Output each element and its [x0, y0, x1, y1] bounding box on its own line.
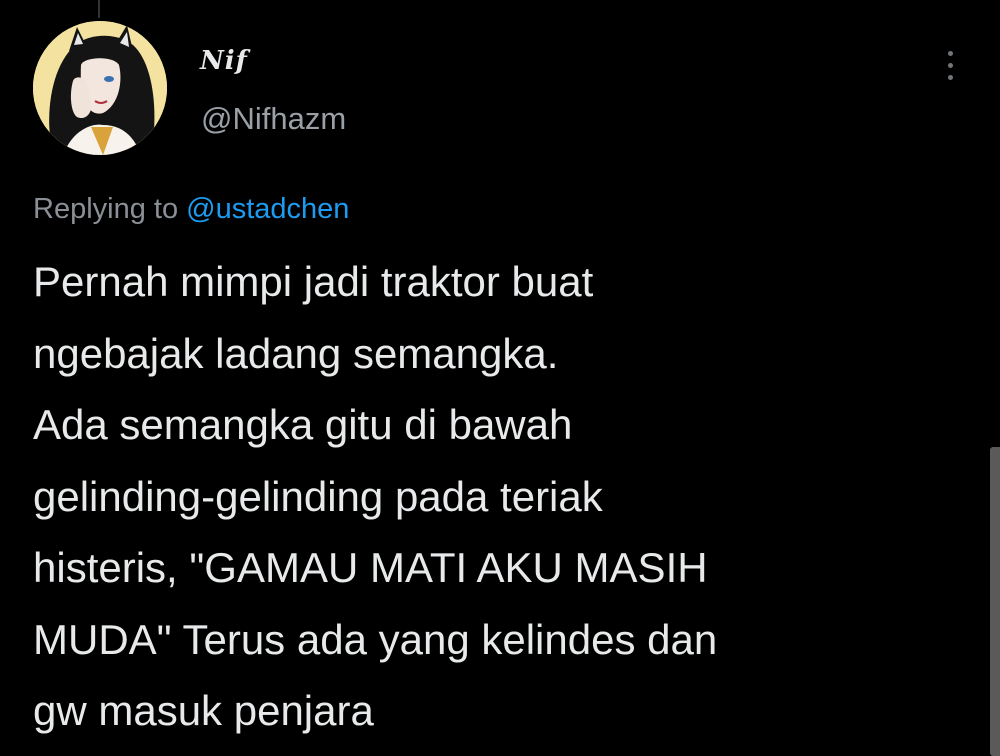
tweet-text-line: gelinding-gelinding pada teriak [33, 472, 603, 520]
reply-mention-link[interactable]: @ustadchen [186, 193, 349, 225]
tweet-text-line: ngebajak ladang semangka. [33, 329, 559, 377]
replying-to-line: Replying to @ustadchen [33, 193, 349, 226]
avatar[interactable] [33, 21, 167, 155]
thread-connector-line [98, 0, 100, 18]
display-name[interactable]: Nif [200, 46, 248, 76]
scrollbar-thumb[interactable] [990, 447, 1000, 756]
replying-to-label: Replying to [33, 193, 187, 225]
more-options-button[interactable] [936, 40, 964, 90]
more-vertical-icon [947, 50, 953, 56]
tweet-text-line: histeris, "GAMAU MATI AKU MASIH [33, 544, 708, 591]
more-vertical-icon-dot [947, 62, 953, 68]
user-handle[interactable]: @Nifhazm [201, 101, 346, 137]
tweet-text-line: gw masuk penjara [33, 687, 374, 734]
tweet-text-line: Pernah mimpi jadi traktor buat [33, 258, 594, 305]
more-vertical-icon-dot [947, 74, 953, 80]
avatar-illustration [33, 21, 167, 155]
tweet-text-line: MUDA" Terus ada yang kelindes dan [33, 615, 718, 663]
tweet-text-line: Ada semangka gitu di bawah [33, 401, 573, 448]
tweet-text: Pernah mimpi jadi traktor buat ngebajak … [33, 246, 973, 747]
